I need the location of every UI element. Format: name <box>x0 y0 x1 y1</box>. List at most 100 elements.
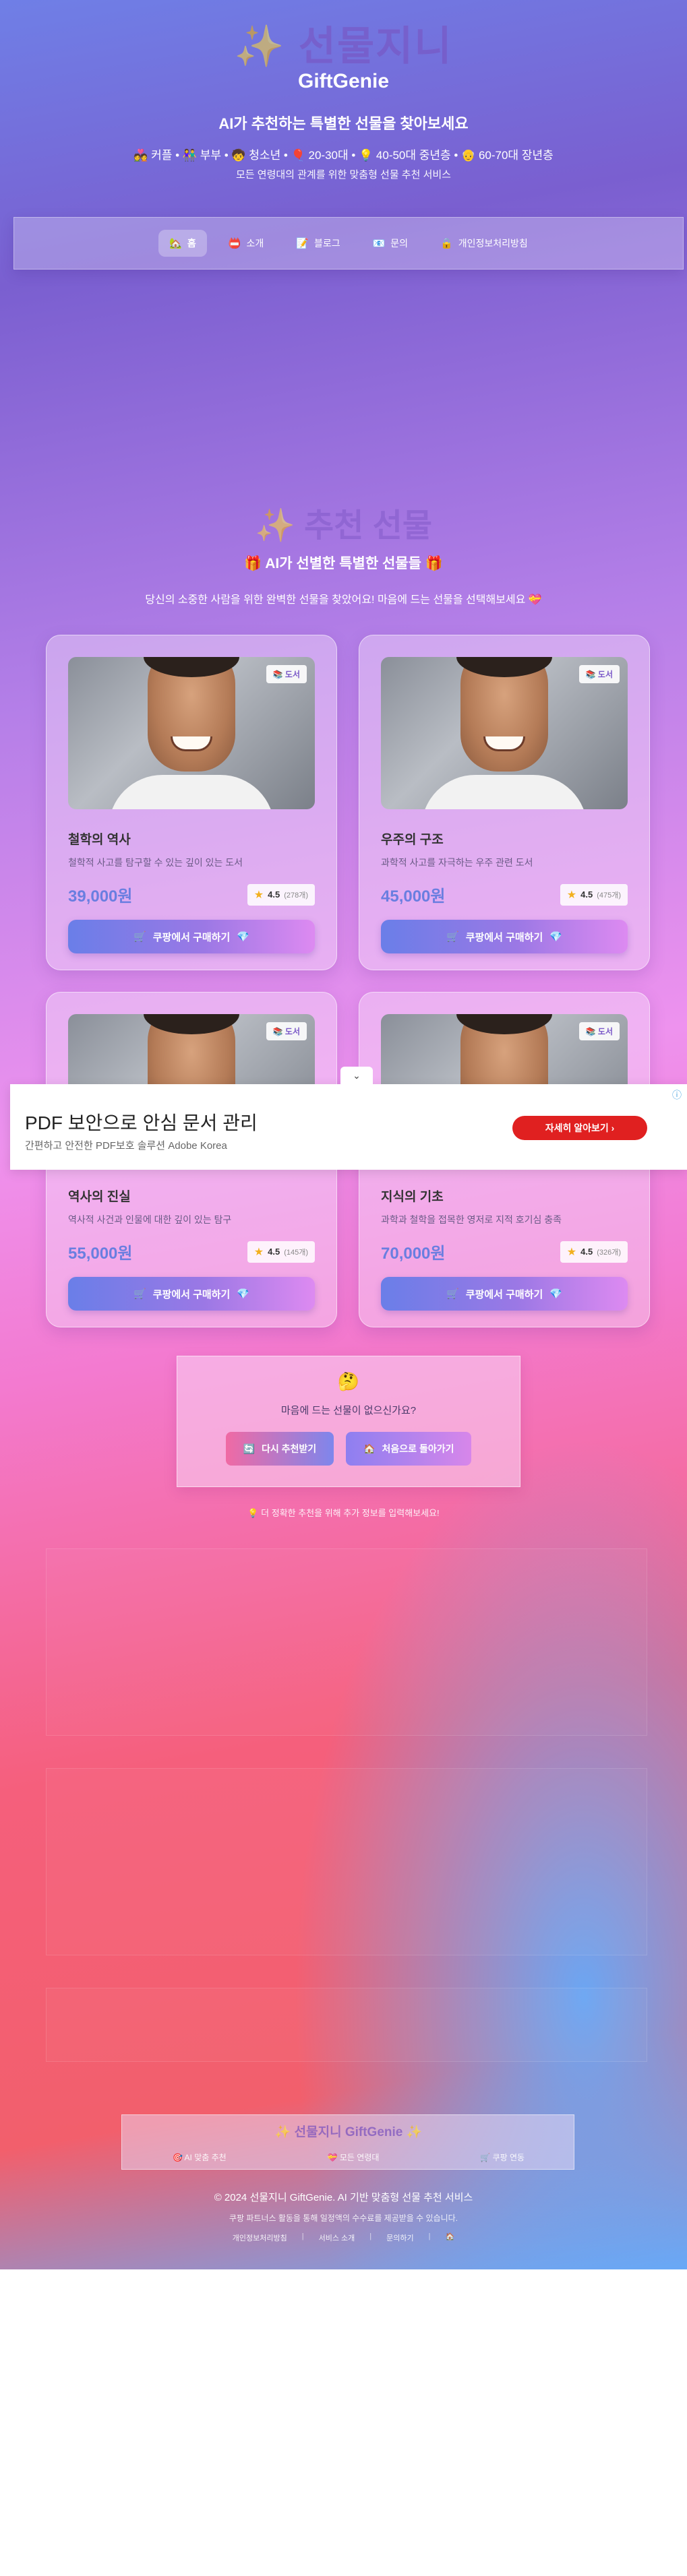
ad-title: PDF 보안으로 안심 문서 관리 <box>25 1112 258 1133</box>
nav-privacy[interactable]: 🔒 개인정보처리방침 <box>429 230 539 257</box>
product-price: 70,000원 <box>381 1245 446 1263</box>
nav-contact[interactable]: 📧 문의 <box>362 230 419 257</box>
product-title: 철학의 역사 <box>68 833 131 847</box>
lock-icon: 🔒 <box>440 238 453 249</box>
feature-coupang: 🛒 쿠팡 연동 <box>480 2153 525 2162</box>
footer-link-about[interactable]: 서비스 소개 <box>319 2232 355 2243</box>
product-image[interactable]: 📚 도서 <box>381 657 628 809</box>
cart-icon: 🛒 <box>446 1288 459 1300</box>
rating-value: 4.5 <box>580 1247 593 1257</box>
section-description: 당신의 소중한 사람을 위한 완벽한 선물을 찾았어요! 마음에 드는 선물을 … <box>145 594 542 606</box>
review-count: (475개) <box>597 891 621 900</box>
buy-label: 쿠팡에서 구매하기 <box>465 1288 543 1300</box>
star-icon: ★ <box>566 889 577 901</box>
rating-badge: ★ 4.5 (145개) <box>247 1240 315 1263</box>
name-badge-icon: 📛 <box>228 238 241 249</box>
nav-about[interactable]: 📛 소개 <box>218 230 274 257</box>
main-nav: 🏡 홈 📛 소개 📝 블로그 📧 문의 🔒 개인정보처리방침 <box>13 217 684 270</box>
product-price: 39,000원 <box>68 887 133 906</box>
empty-content-block <box>46 1988 647 2062</box>
footer-link-contact[interactable]: 문의하기 <box>386 2232 413 2243</box>
product-description: 과학과 철학을 접목한 영저로 지적 호기심 충족 <box>381 1214 562 1225</box>
rating-badge: ★ 4.5 (475개) <box>560 883 628 906</box>
gift-card: 📚 도서 우주의 구조 과학적 사고를 자극하는 우주 관련 도서 45,000… <box>359 635 650 970</box>
chevron-down-icon[interactable]: ⌄ <box>340 1067 373 1084</box>
nav-blog[interactable]: 📝 블로그 <box>285 230 351 257</box>
category-badge: 📚 도서 <box>578 1022 620 1040</box>
category-badge: 📚 도서 <box>266 1022 307 1040</box>
feature-ai: 🎯 AI 맞춤 추천 <box>172 2153 227 2162</box>
ad-subtitle: 간편하고 안전한 PDF보호 솔루션 Adobe Korea <box>25 1140 227 1152</box>
buy-on-coupang-button[interactable]: 🛒 쿠팡에서 구매하기 💎 <box>68 1277 315 1311</box>
star-icon: ★ <box>253 1246 264 1258</box>
section-subtitle: 🎁 AI가 선별한 특별한 선물들 🎁 <box>244 556 443 571</box>
nav-blog-label: 블로그 <box>313 238 340 249</box>
empty-content-block <box>46 1548 647 1736</box>
review-count: (278개) <box>284 891 308 900</box>
cart-icon: 🛒 <box>446 931 459 943</box>
rating-value: 4.5 <box>268 889 280 900</box>
refresh-icon: 🔄 <box>243 1443 255 1454</box>
product-image[interactable]: 📚 도서 <box>68 657 315 809</box>
home-icon: 🏠 <box>363 1443 376 1454</box>
nav-home-label: 홈 <box>187 238 196 249</box>
tagline: AI가 추천하는 특별한 선물을 찾아보세요 <box>218 115 469 132</box>
retry-recommend-button[interactable]: 🔄 다시 추천받기 <box>225 1432 334 1466</box>
diamond-icon: 💎 <box>549 1288 562 1300</box>
product-price: 45,000원 <box>381 887 446 906</box>
hero-title: ✨ 선물지니 <box>234 24 453 69</box>
buy-on-coupang-button[interactable]: 🛒 쿠팡에서 구매하기 💎 <box>68 920 315 953</box>
copyright: © 2024 선물지니 GiftGenie. AI 기반 맞춤형 선물 추천 서… <box>214 2192 473 2203</box>
retry-label: 다시 추천받기 <box>261 1443 317 1454</box>
section-title: ✨ 추천 선물 <box>254 508 433 544</box>
star-icon: ★ <box>253 889 264 901</box>
mail-icon: 📧 <box>372 238 386 249</box>
star-icon: ★ <box>566 1246 577 1258</box>
footer-box: ✨ 선물지니 GiftGenie ✨ 🎯 AI 맞춤 추천 💝 모든 연령대 🛒… <box>121 2114 574 2170</box>
rating-value: 4.5 <box>268 1247 280 1257</box>
footer-home-icon[interactable]: 🏠 <box>445 2232 454 2243</box>
product-price: 55,000원 <box>68 1245 133 1263</box>
subtagline: 모든 연령대의 관계를 위한 맞춤형 선물 추천 서비스 <box>236 169 451 181</box>
review-count: (145개) <box>284 1248 308 1257</box>
ad-learn-more-button[interactable]: 자세히 알아보기 › <box>512 1116 647 1140</box>
thinking-face-icon: 🤔 <box>337 1371 360 1391</box>
review-count: (326개) <box>597 1248 621 1257</box>
buy-label: 쿠팡에서 구매하기 <box>465 931 543 943</box>
gift-card: 📚 도서 철학의 역사 철학적 사고를 탐구할 수 있는 깊이 있는 도서 39… <box>46 635 337 970</box>
product-description: 철학적 사고를 탐구할 수 있는 깊이 있는 도서 <box>68 857 243 868</box>
footer-title: ✨ 선물지니 GiftGenie ✨ <box>274 2125 423 2139</box>
cart-icon: 🛒 <box>133 931 146 943</box>
product-title: 역사의 진실 <box>68 1190 131 1204</box>
footer-link-privacy[interactable]: 개인정보처리방침 <box>233 2232 287 2243</box>
rating-badge: ★ 4.5 (278개) <box>247 883 315 906</box>
brand-name: GiftGenie <box>297 70 389 92</box>
footer-links: 개인정보처리방침 | 서비스 소개 | 문의하기 | 🏠 <box>232 2232 455 2243</box>
rating-badge: ★ 4.5 (326개) <box>560 1240 628 1263</box>
retry-panel: 🤔 마음에 드는 선물이 없으신가요? 🔄 다시 추천받기 🏠 처음으로 돌아가… <box>177 1356 520 1487</box>
nav-home[interactable]: 🏡 홈 <box>158 230 207 257</box>
restart-label: 처음으로 돌아가기 <box>382 1443 454 1454</box>
cart-icon: 🛒 <box>133 1288 146 1300</box>
product-description: 역사적 사건과 인물에 대한 깊이 있는 탐구 <box>68 1214 232 1225</box>
diamond-icon: 💎 <box>237 931 249 943</box>
buy-on-coupang-button[interactable]: 🛒 쿠팡에서 구매하기 💎 <box>381 1277 628 1311</box>
buy-label: 쿠팡에서 구매하기 <box>152 1288 231 1300</box>
buy-on-coupang-button[interactable]: 🛒 쿠팡에서 구매하기 💎 <box>381 920 628 953</box>
nav-about-label: 소개 <box>246 238 264 249</box>
ad-banner[interactable]: ⌄ ⓘ PDF 보안으로 안심 문서 관리 간편하고 안전한 PDF보호 솔루션… <box>10 1067 687 1170</box>
go-home-button[interactable]: 🏠 처음으로 돌아가기 <box>346 1432 472 1466</box>
nav-privacy-label: 개인정보처리방침 <box>458 238 528 249</box>
info-icon[interactable]: ⓘ <box>672 1088 682 1102</box>
category-badge: 📚 도서 <box>266 665 307 683</box>
empty-content-block <box>46 1768 647 1955</box>
retry-question: 마음에 드는 선물이 없으신가요? <box>280 1405 417 1416</box>
nav-contact-label: 문의 <box>390 238 409 249</box>
audience-list: 💑 커플 • 👫 부부 • 🧒 청소년 • 🎈 20-30대 • 💡 40-50… <box>133 149 554 162</box>
product-title: 지식의 기초 <box>381 1190 444 1204</box>
feature-ages: 💝 모든 연령대 <box>327 2153 380 2162</box>
category-badge: 📚 도서 <box>578 665 620 683</box>
affiliate-disclaimer: 쿠팡 파트너스 활동을 통해 일정액의 수수료를 제공받을 수 있습니다. <box>229 2213 458 2223</box>
rating-value: 4.5 <box>580 889 593 900</box>
diamond-icon: 💎 <box>237 1288 249 1300</box>
